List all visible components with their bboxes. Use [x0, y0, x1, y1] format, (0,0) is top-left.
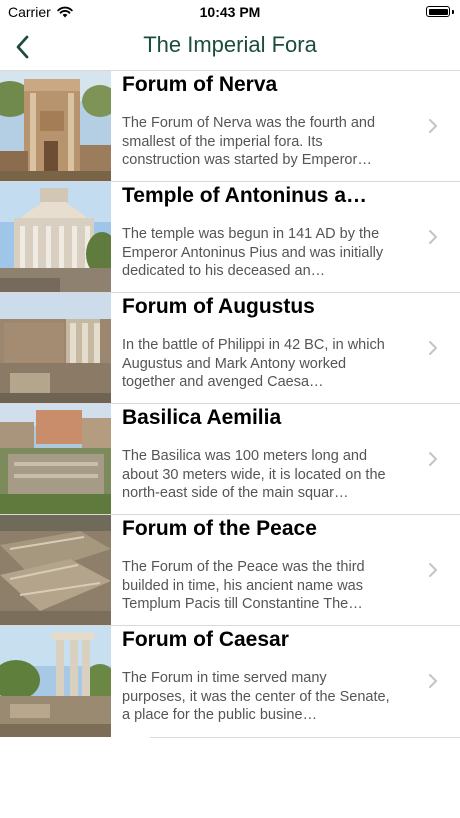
page-title: The Imperial Fora	[143, 32, 317, 57]
status-bar: Carrier 10:43 PM	[0, 0, 460, 24]
item-title: Forum of Caesar	[122, 628, 289, 651]
chevron-right-icon	[429, 452, 437, 466]
thumbnail-temple-of-antoninus	[0, 182, 111, 293]
thumbnail-forum-of-nerva	[0, 71, 111, 182]
list-item-temple-of-antoninus[interactable]: Temple of Antoninus a… The temple was be…	[0, 181, 460, 293]
item-title: Temple of Antoninus a…	[122, 184, 367, 207]
list-item-forum-of-caesar[interactable]: Forum of Caesar The Forum in time served…	[0, 625, 460, 737]
item-description: The temple was begun in 141 AD by the Em…	[122, 226, 384, 279]
item-description: The Basilica was 100 meters long and abo…	[122, 448, 386, 501]
item-description: The Forum of the Peace was the third bui…	[122, 559, 365, 612]
chevron-right-icon	[429, 674, 437, 688]
list-bottom-separator	[150, 737, 460, 738]
navigation-bar: The Imperial Fora	[0, 24, 460, 70]
chevron-right-icon	[429, 230, 437, 244]
chevron-right-icon	[429, 119, 437, 133]
chevron-right-icon	[429, 341, 437, 355]
item-title: Forum of the Peace	[122, 517, 317, 540]
list-item-forum-of-nerva[interactable]: Forum of Nerva The Forum of Nerva was th…	[0, 70, 460, 182]
battery-tip	[452, 10, 454, 14]
list-item-forum-of-the-peace[interactable]: Forum of the Peace The Forum of the Peac…	[0, 514, 460, 626]
thumbnail-forum-of-caesar	[0, 626, 111, 737]
thumbnail-forum-of-augustus	[0, 293, 111, 404]
fora-list: Forum of Nerva The Forum of Nerva was th…	[0, 70, 460, 737]
thumbnail-forum-of-the-peace	[0, 515, 111, 626]
item-title: Forum of Nerva	[122, 73, 278, 96]
item-title: Forum of Augustus	[122, 295, 315, 318]
item-description: In the battle of Philippi in 42 BC, in w…	[122, 337, 385, 390]
list-item-forum-of-augustus[interactable]: Forum of Augustus In the battle of Phili…	[0, 292, 460, 404]
chevron-right-icon	[429, 563, 437, 577]
thumbnail-basilica-aemilia	[0, 404, 111, 515]
item-description: The Forum of Nerva was the fourth and sm…	[122, 115, 376, 168]
item-description: The Forum in time served many purposes, …	[122, 670, 390, 723]
battery-icon	[426, 6, 450, 17]
list-item-basilica-aemilia[interactable]: Basilica Aemilia The Basilica was 100 me…	[0, 403, 460, 515]
item-title: Basilica Aemilia	[122, 406, 282, 429]
clock: 10:43 PM	[199, 4, 261, 20]
